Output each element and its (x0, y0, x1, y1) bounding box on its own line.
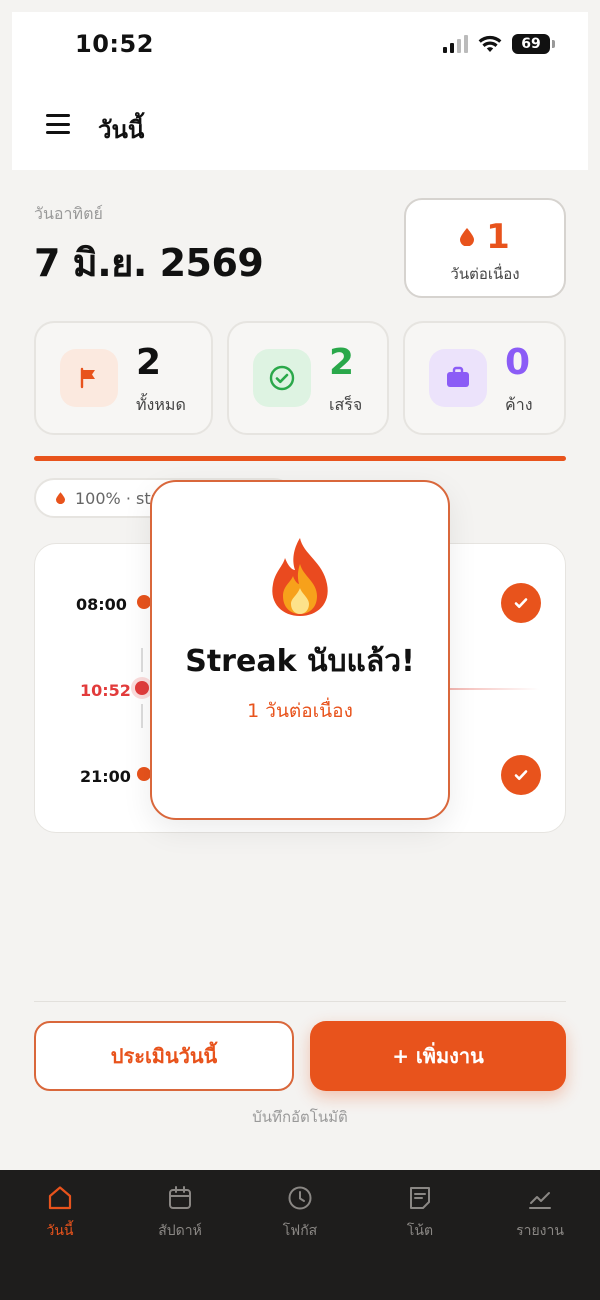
wifi-icon (478, 35, 502, 52)
task-done-check-icon[interactable] (501, 755, 541, 795)
stat-value: 0 (505, 342, 531, 383)
battery-icon: 69 (512, 34, 555, 54)
modal-subtitle: 1 วันต่อเนื่อง (247, 699, 353, 722)
pill-text: 100% · str (75, 488, 158, 508)
timeline-now-time: 10:52 (80, 681, 131, 700)
timeline-dot (137, 595, 151, 609)
calendar-icon (169, 1186, 191, 1209)
streak-card[interactable]: 1 วันต่อเนื่อง (404, 198, 566, 298)
nav-label: วันนี้ (46, 1223, 74, 1239)
task-done-check-icon[interactable] (501, 583, 541, 623)
note-icon (410, 1187, 430, 1209)
streak-count: 1 (486, 217, 510, 257)
nav-item-week[interactable]: สัปดาห์ (120, 1184, 240, 1242)
timeline-time: 08:00 (76, 595, 127, 614)
modal-title: Streak นับแล้ว! (185, 644, 415, 679)
nav-item-focus[interactable]: โฟกัส (240, 1184, 360, 1242)
home-icon (48, 1186, 72, 1210)
add-task-button[interactable]: + เพิ่มงาน (310, 1021, 566, 1091)
stat-label: ค้าง (505, 395, 533, 414)
status-time: 10:52 (75, 30, 154, 58)
app-header: 10:52 69 วันนี้ (12, 12, 588, 170)
status-icons: 69 (443, 34, 555, 54)
divider (34, 1001, 566, 1002)
chart-icon (529, 1192, 551, 1209)
nav-label: โฟกัส (282, 1223, 318, 1239)
stat-label: เสร็จ (329, 395, 363, 414)
flame-drop-icon (460, 228, 475, 246)
page-title: วันนี้ (98, 116, 145, 144)
autosave-text: บันทึกอัตโนมัติ (252, 1108, 348, 1126)
streak-modal[interactable]: Streak นับแล้ว! 1 วันต่อเนื่อง (150, 480, 450, 820)
flag-icon (60, 349, 118, 407)
bottom-nav: วันนี้ สัปดาห์ โฟกัส โน้ต รายงาน (0, 1170, 600, 1300)
nav-item-reports[interactable]: รายงาน (480, 1184, 600, 1242)
current-date: 7 มิ.ย. 2569 (34, 241, 264, 285)
flame-drop-icon (56, 492, 65, 504)
nav-label: โน้ต (406, 1223, 434, 1239)
fire-icon (272, 538, 328, 616)
streak-label: วันต่อเนื่อง (450, 265, 520, 283)
briefcase-icon (429, 349, 487, 407)
nav-label: สัปดาห์ (158, 1223, 202, 1239)
timeline-time: 21:00 (80, 767, 131, 786)
progress-bar (34, 456, 566, 461)
stat-card-pending[interactable]: 0 ค้าง (403, 321, 566, 435)
now-line (449, 688, 539, 690)
nav-label: รายงาน (516, 1223, 564, 1239)
nav-item-notes[interactable]: โน้ต (360, 1184, 480, 1242)
stat-card-total[interactable]: 2 ทั้งหมด (34, 321, 213, 435)
timeline-dot (137, 767, 151, 781)
clock-icon (288, 1186, 312, 1210)
evaluate-today-button[interactable]: ประเมินวันนี้ (34, 1021, 294, 1091)
stat-label: ทั้งหมด (136, 395, 186, 414)
cellular-signal-icon (443, 35, 468, 53)
stat-value: 2 (329, 342, 355, 383)
timeline-connector (141, 704, 143, 728)
timeline-connector (141, 648, 143, 672)
now-indicator-dot (135, 681, 149, 695)
day-name: วันอาทิตย์ (34, 204, 103, 223)
stat-card-done[interactable]: 2 เสร็จ (227, 321, 389, 435)
stat-value: 2 (136, 342, 162, 383)
menu-icon[interactable] (46, 114, 70, 134)
nav-item-today[interactable]: วันนี้ (0, 1184, 120, 1242)
check-circle-icon (253, 349, 311, 407)
